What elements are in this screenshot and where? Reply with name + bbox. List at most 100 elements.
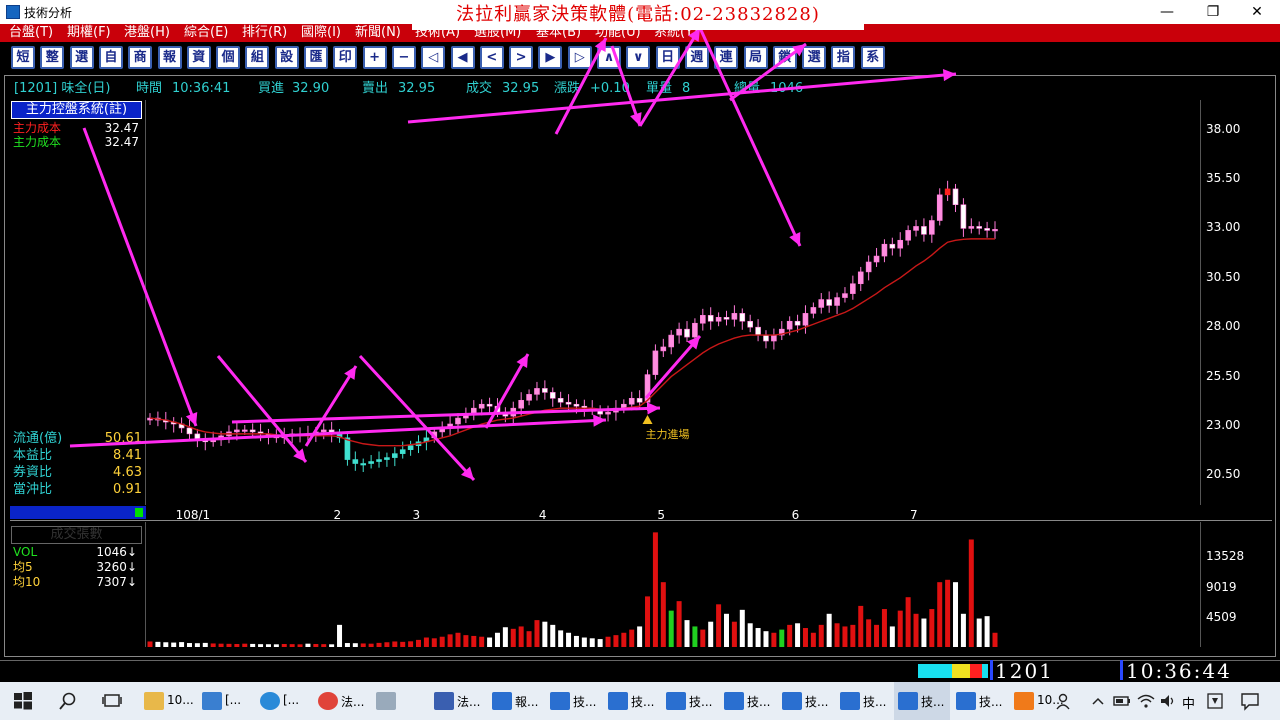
people-icon[interactable] <box>1054 691 1074 711</box>
notification-icon[interactable] <box>1240 691 1260 711</box>
wifi-icon[interactable] <box>1136 691 1156 711</box>
scroll-thumb[interactable] <box>135 508 143 517</box>
pick-button[interactable]: 選 <box>802 46 827 69</box>
chart-icon <box>724 692 744 710</box>
taskbar-app-label: 報... <box>515 695 539 709</box>
scroll-right-button[interactable]: ▷ <box>567 46 592 69</box>
taskbar-app-button[interactable]: 技... <box>778 682 834 720</box>
status-divider <box>1120 660 1123 680</box>
down-button[interactable]: ∨ <box>626 46 651 69</box>
volume-plot-area[interactable] <box>145 522 1201 647</box>
start-windows-icon[interactable] <box>13 691 33 711</box>
taskbar-app-button[interactable]: 技... <box>836 682 892 720</box>
maximize-button[interactable]: ❐ <box>1190 0 1236 24</box>
individual-button[interactable]: 個 <box>216 46 241 69</box>
taskbar-app-button[interactable]: 技... <box>952 682 1008 720</box>
whole-button[interactable]: 整 <box>40 46 65 69</box>
bid-value: 32.90 <box>292 81 330 96</box>
taskbar-app-button[interactable]: 技... <box>894 682 950 720</box>
week-button[interactable]: 週 <box>684 46 709 69</box>
commodity-button[interactable]: 商 <box>128 46 153 69</box>
taskbar-app-label: 法... <box>457 695 481 709</box>
change-value: +0.10 <box>590 81 630 96</box>
toolbar: 短整選自商報資個組設匯印 + − ◁ ◀ < > ▶ ▷ ∧ ∨ 日週連局鎖選指系 <box>0 42 1280 72</box>
stat-pe: 本益比 8.41 <box>13 447 144 464</box>
price-ytick: 33.00 <box>1206 220 1241 235</box>
status-divider <box>990 660 993 680</box>
ask-value: 32.95 <box>398 81 436 96</box>
speaker-icon[interactable] <box>1158 691 1178 711</box>
search-icon[interactable] <box>58 691 78 711</box>
page-right-button[interactable]: ▶ <box>538 46 563 69</box>
change-label: 漲跌 <box>554 81 581 96</box>
zoom-in-button[interactable]: + <box>362 46 387 69</box>
menu-item[interactable]: 台盤(T) <box>9 25 53 41</box>
settings-button[interactable]: 設 <box>274 46 299 69</box>
menu-item[interactable]: 新聞(N) <box>355 25 401 41</box>
step-left-button[interactable]: < <box>479 46 504 69</box>
taskbar-app-label: [... <box>225 693 242 707</box>
taskbar-app-button[interactable]: [... <box>198 682 254 720</box>
scroll-left-button[interactable]: ◁ <box>421 46 446 69</box>
chart-icon <box>492 692 512 710</box>
software-banner: 法拉利贏家決策軟體(電話:02-23832828) <box>412 0 864 30</box>
stat-value: 8.41 <box>113 448 142 463</box>
taskbar-app-button[interactable]: 技... <box>720 682 776 720</box>
taskbar-app-button[interactable]: 技... <box>662 682 718 720</box>
scroll-strip[interactable] <box>10 506 146 519</box>
link-button[interactable]: 連 <box>714 46 739 69</box>
data-button[interactable]: 資 <box>186 46 211 69</box>
legend-label: 主力成本 <box>13 135 62 149</box>
ask-label: 賣出 <box>362 81 389 96</box>
menu-item[interactable]: 期權(F) <box>67 25 111 41</box>
indicator-title[interactable]: 主力控盤系統(註) <box>11 101 142 119</box>
vol-label: 均10 <box>13 575 41 589</box>
stat-label: 流通(億) <box>13 431 63 446</box>
window-title: 技術分析 <box>24 6 73 20</box>
layout-button[interactable]: 局 <box>743 46 768 69</box>
remote-desktop-icon <box>202 692 222 710</box>
taskbar-app-button[interactable]: 技... <box>604 682 660 720</box>
short-button[interactable]: 短 <box>11 46 35 69</box>
taskbar-app-button[interactable]: 報... <box>488 682 544 720</box>
battery-icon[interactable] <box>1112 691 1132 711</box>
indicator-button[interactable]: 指 <box>831 46 856 69</box>
step-right-button[interactable]: > <box>509 46 534 69</box>
up-button[interactable]: ∧ <box>597 46 621 69</box>
taskbar-app-label: [... <box>283 693 300 707</box>
minimize-button[interactable]: — <box>1144 0 1190 24</box>
taskbar-app-label: 10... <box>167 693 194 707</box>
volume-title[interactable]: 成交張數 <box>11 526 142 544</box>
report-button[interactable]: 報 <box>157 46 182 69</box>
price-plot-area[interactable] <box>145 100 1201 505</box>
taskbar-app-button[interactable]: 法... <box>430 682 486 720</box>
taskbar-app-button[interactable] <box>372 682 428 720</box>
system-button[interactable]: 系 <box>860 46 885 69</box>
menu-item[interactable]: 港盤(H) <box>124 25 170 41</box>
chevron-up-icon[interactable] <box>1088 691 1108 711</box>
taskbar-app-button[interactable]: 法... <box>314 682 370 720</box>
taskbar-app-button[interactable]: [... <box>256 682 312 720</box>
print-button[interactable]: 印 <box>333 46 358 69</box>
status-clock: 10:36:44 <box>1126 659 1232 683</box>
task-view-icon[interactable] <box>102 691 122 711</box>
custom-button[interactable]: 自 <box>98 46 123 69</box>
volume-ytick: 4509 <box>1206 610 1237 624</box>
menu-item[interactable]: 排行(R) <box>242 25 287 41</box>
taskbar-app-button[interactable]: 技... <box>546 682 602 720</box>
menu-item[interactable]: 國際(I) <box>301 25 341 41</box>
ime-mode-icon[interactable] <box>1205 691 1225 711</box>
zoom-out-button[interactable]: − <box>391 46 416 69</box>
taskbar-app-button[interactable]: 10... <box>140 682 196 720</box>
page-left-button[interactable]: ◀ <box>450 46 475 69</box>
lock-button[interactable]: 鎖 <box>772 46 797 69</box>
export-button[interactable]: 匯 <box>304 46 328 69</box>
time-value: 10:36:41 <box>172 81 231 96</box>
select-button[interactable]: 選 <box>69 46 94 69</box>
group-button[interactable]: 組 <box>245 46 270 69</box>
close-button[interactable]: ✕ <box>1234 0 1280 24</box>
app-icon <box>6 5 20 19</box>
menu-item[interactable]: 綜合(E) <box>184 25 228 41</box>
ime-indicator[interactable]: 中 <box>1182 693 1195 712</box>
day-button[interactable]: 日 <box>655 46 680 69</box>
